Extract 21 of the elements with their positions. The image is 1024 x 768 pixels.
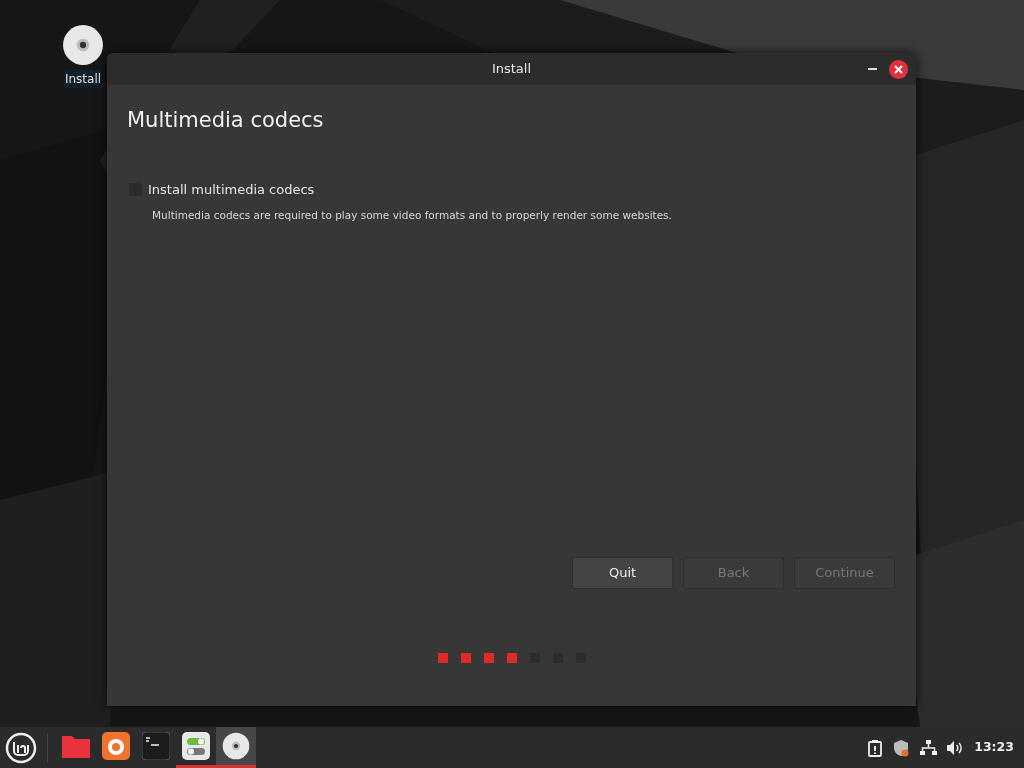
disc-icon: [62, 24, 104, 66]
page-heading: Multimedia codecs: [127, 107, 325, 134]
clipboard-alert-icon[interactable]: [868, 738, 883, 757]
dialog-button[interactable]: Quit: [572, 557, 673, 589]
close-button[interactable]: [889, 59, 908, 79]
desktop-icon-label[interactable]: Install: [63, 70, 103, 88]
network-icon[interactable]: [920, 739, 938, 756]
menu-logo-icon[interactable]: [5, 731, 37, 764]
clock[interactable]: 13:23: [974, 738, 1014, 757]
folder-icon[interactable]: [61, 733, 91, 759]
browser-icon[interactable]: [102, 732, 130, 760]
window-title: Install: [491, 60, 532, 79]
disc-icon: [222, 732, 250, 760]
taskbar-item[interactable]: [216, 727, 256, 768]
close-icon[interactable]: [894, 64, 903, 74]
terminal-icon[interactable]: [142, 732, 170, 760]
toggle-switches-icon[interactable]: [182, 732, 210, 760]
shield-icon[interactable]: [892, 738, 911, 757]
volume-icon[interactable]: [947, 739, 965, 756]
checkbox-label[interactable]: Install multimedia codecs: [148, 179, 315, 199]
option-description: Multimedia codecs are required to play some video formats and to properly render some websites.: [152, 208, 673, 223]
